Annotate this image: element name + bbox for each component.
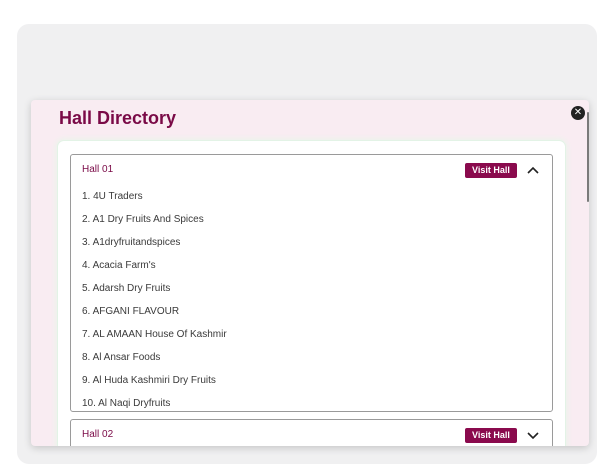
exhibitor-item[interactable]: 4. Acacia Farm's: [71, 254, 552, 277]
exhibitor-item[interactable]: 8. Al Ansar Foods: [71, 346, 552, 369]
exhibitor-item[interactable]: 6. AFGANI FLAVOUR: [71, 300, 552, 323]
hall-list-panel: Hall 01 Visit Hall 1. 4U Traders 2. A1 D…: [58, 141, 565, 446]
exhibitor-item[interactable]: 2. A1 Dry Fruits And Spices: [71, 208, 552, 231]
exhibitor-item[interactable]: 10. Al Naqi Dryfruits: [71, 392, 552, 415]
visit-hall-button[interactable]: Visit Hall: [465, 428, 517, 443]
modal-title: Hall Directory: [59, 108, 177, 128]
hall-name: Hall 01: [82, 164, 114, 175]
hall-header[interactable]: Hall 01 Visit Hall: [71, 155, 552, 185]
hall-accordion-01: Hall 01 Visit Hall 1. 4U Traders 2. A1 D…: [70, 154, 553, 412]
hall-accordion-02: Hall 02 Visit Hall: [70, 419, 553, 446]
hall-name: Hall 02: [82, 429, 114, 440]
exhibitor-item[interactable]: 5. Adarsh Dry Fruits: [71, 277, 552, 300]
exhibitor-item[interactable]: 9. Al Huda Kashmiri Dry Fruits: [71, 369, 552, 392]
hall-header[interactable]: Hall 02 Visit Hall: [71, 420, 552, 446]
visit-hall-button[interactable]: Visit Hall: [465, 163, 517, 178]
chevron-down-icon[interactable]: [525, 428, 541, 442]
exhibitor-item[interactable]: 3. A1dryfruitandspices: [71, 231, 552, 254]
chevron-up-icon[interactable]: [525, 163, 541, 177]
exhibitor-item[interactable]: 1. 4U Traders: [71, 185, 552, 208]
outer-card: Hall Directory ✕ Hall 01 Visit Hall 1. 4…: [17, 24, 597, 464]
hall-directory-modal: Hall Directory ✕ Hall 01 Visit Hall 1. 4…: [31, 100, 589, 446]
exhibitor-item[interactable]: 7. AL AMAAN House Of Kashmir: [71, 323, 552, 346]
exhibitor-list: 1. 4U Traders 2. A1 Dry Fruits And Spice…: [71, 185, 552, 415]
close-icon[interactable]: ✕: [571, 106, 585, 120]
scrollbar[interactable]: [587, 112, 589, 202]
